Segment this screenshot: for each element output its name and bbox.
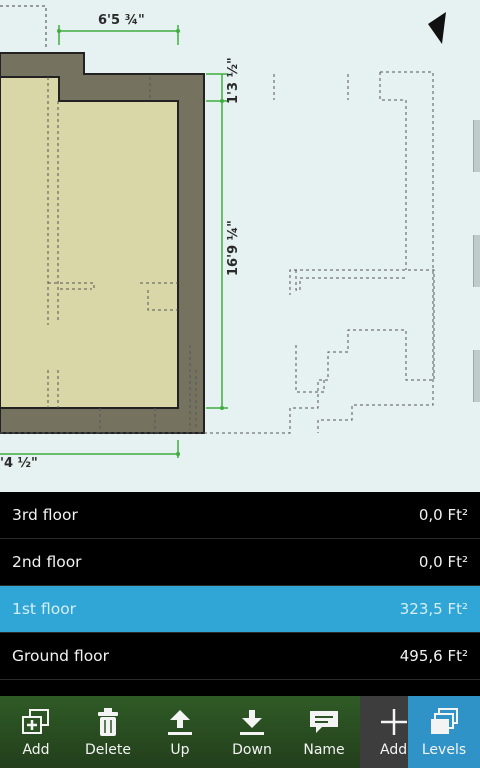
floor-plan-canvas[interactable]: 6'5 ¾" 1'3 ½" 16'9 ¼" '4 ½": [0, 0, 480, 492]
level-row-3rd-floor[interactable]: 3rd floor 0,0 Ft²: [0, 492, 480, 539]
scroll-handle[interactable]: [473, 120, 480, 172]
layers-icon: [429, 706, 459, 738]
rename-label: Name: [303, 742, 345, 758]
level-area: 0,0 Ft²: [418, 553, 468, 571]
add-level-button[interactable]: Add: [0, 696, 72, 768]
level-area: 495,6 Ft²: [399, 647, 468, 665]
level-area: 323,5 Ft²: [399, 600, 468, 618]
level-row-ground-floor[interactable]: Ground floor 495,6 Ft²: [0, 633, 480, 680]
levels-button[interactable]: Levels: [408, 696, 480, 768]
scroll-handle[interactable]: [473, 235, 480, 287]
levels-list: 3rd floor 0,0 Ft² 2nd floor 0,0 Ft² 1st …: [0, 492, 480, 696]
level-name: Ground floor: [12, 647, 110, 665]
add-level-icon: [21, 706, 51, 738]
level-area: 0,0 Ft²: [418, 506, 468, 524]
north-arrow-icon: [428, 12, 446, 44]
add-item-label: Add: [380, 742, 408, 758]
add-item-button[interactable]: Add: [360, 696, 408, 768]
levels-label: Levels: [421, 742, 467, 758]
level-row-1st-floor[interactable]: 1st floor 323,5 Ft²: [0, 586, 480, 633]
room-floor: [0, 76, 179, 409]
move-down-button[interactable]: Down: [216, 696, 288, 768]
level-row-2nd-floor[interactable]: 2nd floor 0,0 Ft²: [0, 539, 480, 586]
plus-icon: [380, 706, 408, 738]
move-up-button[interactable]: Up: [144, 696, 216, 768]
delete-label: Delete: [85, 742, 131, 758]
dimension-right-short-label: 1'3 ½": [226, 57, 241, 104]
delete-button[interactable]: Delete: [72, 696, 144, 768]
scroll-handle[interactable]: [473, 350, 480, 402]
upper-floor-outline: [0, 5, 47, 50]
move-up-label: Up: [170, 742, 190, 758]
rename-icon: [308, 706, 340, 738]
move-up-icon: [166, 706, 194, 738]
bottom-toolbar: Add Delete Up Down Name Add Levels: [0, 696, 480, 768]
move-down-label: Down: [232, 742, 272, 758]
add-level-label: Add: [22, 742, 50, 758]
level-name: 1st floor: [12, 600, 77, 618]
dimension-right-long-label: 16'9 ¼": [226, 220, 241, 276]
level-name: 3rd floor: [12, 506, 78, 524]
level-name: 2nd floor: [12, 553, 82, 571]
rename-button[interactable]: Name: [288, 696, 360, 768]
dimension-bottom-label: '4 ½": [0, 456, 38, 471]
dimension-top-label: 6'5 ¾": [98, 13, 145, 28]
trash-icon: [96, 706, 120, 738]
move-down-icon: [238, 706, 266, 738]
